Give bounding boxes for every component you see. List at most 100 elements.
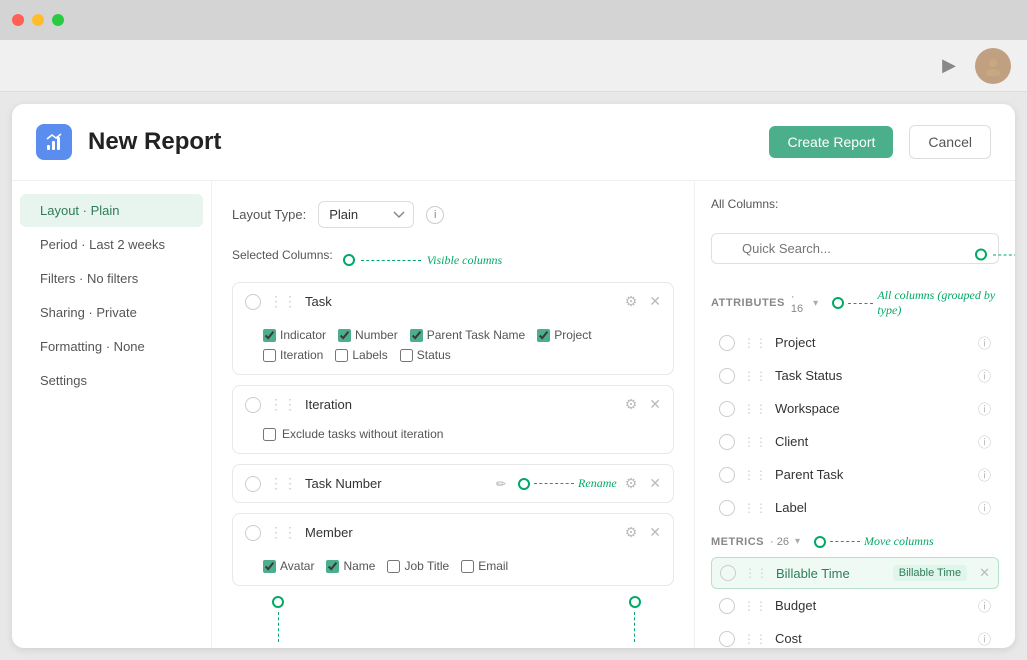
member-email-checkbox[interactable]: Email	[461, 559, 508, 573]
search-circle	[975, 249, 987, 261]
task-drag-handle[interactable]: ⋮⋮	[269, 293, 297, 310]
attr-workspace-drag[interactable]: ⋮⋮	[743, 402, 767, 416]
task-indicator-checkbox[interactable]: Indicator	[263, 328, 326, 342]
center-panel: Layout Type: PlainGroupedSummary i Selec…	[212, 181, 695, 648]
sidebar-item-formatting[interactable]: Formatting · None	[20, 330, 203, 363]
attributes-chevron-icon[interactable]: ▾	[813, 298, 818, 309]
task-card-header[interactable]: ⋮⋮ Task ⚙ ✕	[233, 283, 673, 320]
attr-client-info-icon[interactable]: ⓘ	[978, 432, 991, 451]
attr-client-checkbox[interactable]	[719, 434, 735, 450]
attr-taskstatus-checkbox[interactable]	[719, 368, 735, 384]
create-report-button[interactable]: Create Report	[769, 126, 893, 158]
metric-billabletime-checkbox[interactable]	[720, 565, 736, 581]
metric-cost-drag[interactable]: ⋮⋮	[743, 632, 767, 646]
attr-label-checkbox[interactable]	[719, 500, 735, 516]
metric-budget-drag[interactable]: ⋮⋮	[743, 599, 767, 613]
attr-client-drag[interactable]: ⋮⋮	[743, 435, 767, 449]
cancel-button[interactable]: Cancel	[909, 125, 991, 159]
attr-project-item[interactable]: ⋮⋮ Project ⓘ	[711, 326, 999, 359]
attr-client-item[interactable]: ⋮⋮ Client ⓘ	[711, 425, 999, 458]
dot-green[interactable]	[52, 14, 64, 26]
metric-cost-checkbox[interactable]	[719, 631, 735, 647]
sidebar-item-layout[interactable]: Layout · Plain	[20, 194, 203, 227]
attr-project-drag[interactable]: ⋮⋮	[743, 336, 767, 350]
task-number-settings-icon[interactable]: ⚙	[625, 475, 638, 492]
task-card-checkbox[interactable]	[245, 294, 261, 310]
attr-taskstatus-drag[interactable]: ⋮⋮	[743, 369, 767, 383]
member-avatar-checkbox[interactable]: Avatar	[263, 559, 314, 573]
attr-parenttask-drag[interactable]: ⋮⋮	[743, 468, 767, 482]
layout-type-select[interactable]: PlainGroupedSummary	[318, 201, 414, 228]
task-number-card-header[interactable]: ⋮⋮ Task Number ✏ Rename ⚙ ✕	[233, 465, 673, 502]
attr-taskstatus-item[interactable]: ⋮⋮ Task Status ⓘ	[711, 359, 999, 392]
avatar	[975, 48, 1011, 84]
col-options-annotation: Column options	[240, 646, 316, 648]
member-card-checkbox[interactable]	[245, 525, 261, 541]
play-button[interactable]: ▶	[935, 52, 963, 80]
task-iteration-checkbox[interactable]: Iteration	[263, 348, 323, 362]
task-parent-name-checkbox[interactable]: Parent Task Name	[410, 328, 526, 342]
attr-workspace-item[interactable]: ⋮⋮ Workspace ⓘ	[711, 392, 999, 425]
visible-cols-circle	[343, 254, 355, 266]
rename-pen-icon[interactable]: ✏	[496, 477, 506, 491]
attr-parenttask-info-icon[interactable]: ⓘ	[978, 465, 991, 484]
attr-label-drag[interactable]: ⋮⋮	[743, 501, 767, 515]
iteration-drag-handle[interactable]: ⋮⋮	[269, 396, 297, 413]
attr-parenttask-item[interactable]: ⋮⋮ Parent Task ⓘ	[711, 458, 999, 491]
task-labels-checkbox[interactable]: Labels	[335, 348, 387, 362]
member-jobtitle-checkbox[interactable]: Job Title	[387, 559, 449, 573]
task-close-icon[interactable]: ✕	[649, 293, 661, 310]
attr-project-name: Project	[775, 335, 970, 350]
attr-taskstatus-info-icon[interactable]: ⓘ	[978, 366, 991, 385]
layout-info-icon[interactable]: i	[426, 206, 444, 224]
metric-cost-item[interactable]: ⋮⋮ Cost ⓘ	[711, 622, 999, 648]
task-number-checkbox[interactable]: Number	[338, 328, 398, 342]
metric-budget-checkbox[interactable]	[719, 598, 735, 614]
member-settings-icon[interactable]: ⚙	[625, 524, 638, 541]
add-cols-circle	[629, 596, 641, 608]
metric-billabletime-item[interactable]: ⋮⋮ Billable Time Billable Time ✕	[711, 557, 999, 589]
search-row: 🔍 Search a column	[711, 233, 999, 276]
sidebar-item-period[interactable]: Period · Last 2 weeks	[20, 228, 203, 261]
attr-project-info-icon[interactable]: ⓘ	[978, 333, 991, 352]
iteration-settings-icon[interactable]: ⚙	[625, 396, 638, 413]
attr-label-item[interactable]: ⋮⋮ Label ⓘ	[711, 491, 999, 524]
metric-budget-item[interactable]: ⋮⋮ Budget ⓘ	[711, 589, 999, 622]
attr-workspace-info-icon[interactable]: ⓘ	[978, 399, 991, 418]
task-status-checkbox[interactable]: Status	[400, 348, 451, 362]
page-icon	[36, 124, 72, 160]
attr-label-info-icon[interactable]: ⓘ	[978, 498, 991, 517]
task-number-drag-handle[interactable]: ⋮⋮	[269, 475, 297, 492]
task-project-checkbox[interactable]: Project	[537, 328, 591, 342]
sidebar-item-settings[interactable]: Settings	[20, 364, 203, 397]
attr-workspace-checkbox[interactable]	[719, 401, 735, 417]
exclude-iteration-checkbox[interactable]	[263, 428, 276, 441]
task-settings-icon[interactable]: ⚙	[625, 293, 638, 310]
attr-project-checkbox[interactable]	[719, 335, 735, 351]
iteration-close-icon[interactable]: ✕	[649, 396, 661, 413]
metric-billabletime-close-icon[interactable]: ✕	[979, 565, 990, 581]
attr-parenttask-name: Parent Task	[775, 467, 970, 482]
metric-budget-info-icon[interactable]: ⓘ	[978, 596, 991, 615]
member-drag-handle[interactable]: ⋮⋮	[269, 524, 297, 541]
task-number-card-checkbox[interactable]	[245, 476, 261, 492]
iteration-card-header[interactable]: ⋮⋮ Iteration ⚙ ✕	[233, 386, 673, 423]
iteration-card-checkbox[interactable]	[245, 397, 261, 413]
metric-billabletime-drag[interactable]: ⋮⋮	[744, 566, 768, 580]
member-name-checkbox[interactable]: Name	[326, 559, 375, 573]
dot-red[interactable]	[12, 14, 24, 26]
dot-yellow[interactable]	[32, 14, 44, 26]
layout-type-row: Layout Type: PlainGroupedSummary i	[232, 201, 674, 228]
metric-billabletime-name: Billable Time	[776, 566, 885, 581]
member-card-header[interactable]: ⋮⋮ Member ⚙ ✕	[233, 514, 673, 551]
sidebar-item-filters[interactable]: Filters · No filters	[20, 262, 203, 295]
topbar: ▶	[0, 40, 1027, 92]
metrics-section-header: METRICS · 26 ▾ Move columns	[711, 534, 999, 549]
metrics-chevron-icon[interactable]: ▾	[795, 536, 800, 547]
attr-parenttask-checkbox[interactable]	[719, 467, 735, 483]
metric-cost-info-icon[interactable]: ⓘ	[978, 629, 991, 648]
sidebar-item-sharing[interactable]: Sharing · Private	[20, 296, 203, 329]
task-number-close-icon[interactable]: ✕	[649, 475, 661, 492]
member-close-icon[interactable]: ✕	[649, 524, 661, 541]
search-input[interactable]	[711, 233, 999, 264]
